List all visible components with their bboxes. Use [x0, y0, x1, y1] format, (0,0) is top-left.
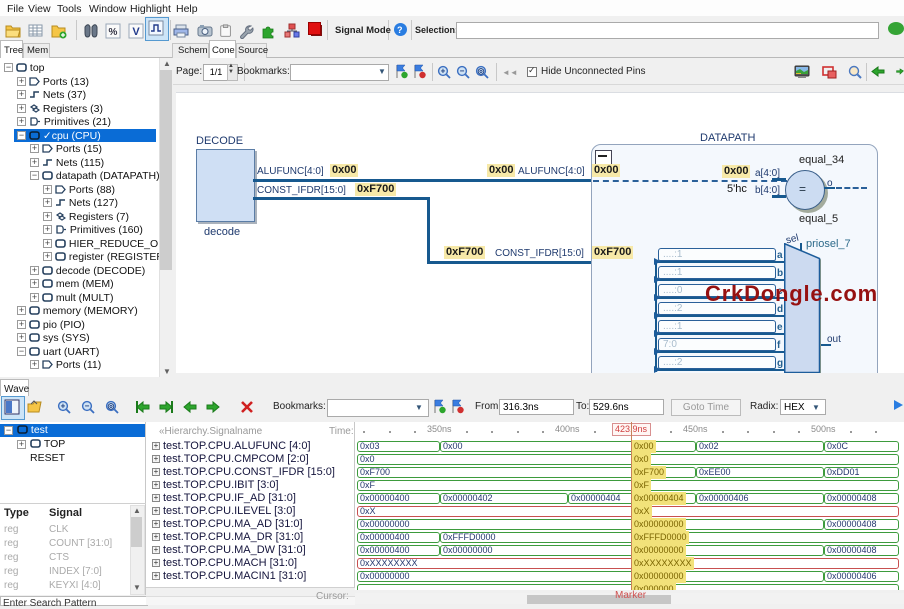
svg-text:◎: ◎ [108, 402, 115, 411]
svg-text:%: % [109, 27, 118, 38]
svg-text:−: − [85, 402, 90, 411]
svg-text:+: + [441, 67, 446, 76]
svg-text:−: − [460, 67, 465, 76]
svg-text:+: + [61, 402, 66, 411]
svg-text:◎: ◎ [478, 67, 485, 76]
svg-text:V: V [132, 26, 140, 38]
